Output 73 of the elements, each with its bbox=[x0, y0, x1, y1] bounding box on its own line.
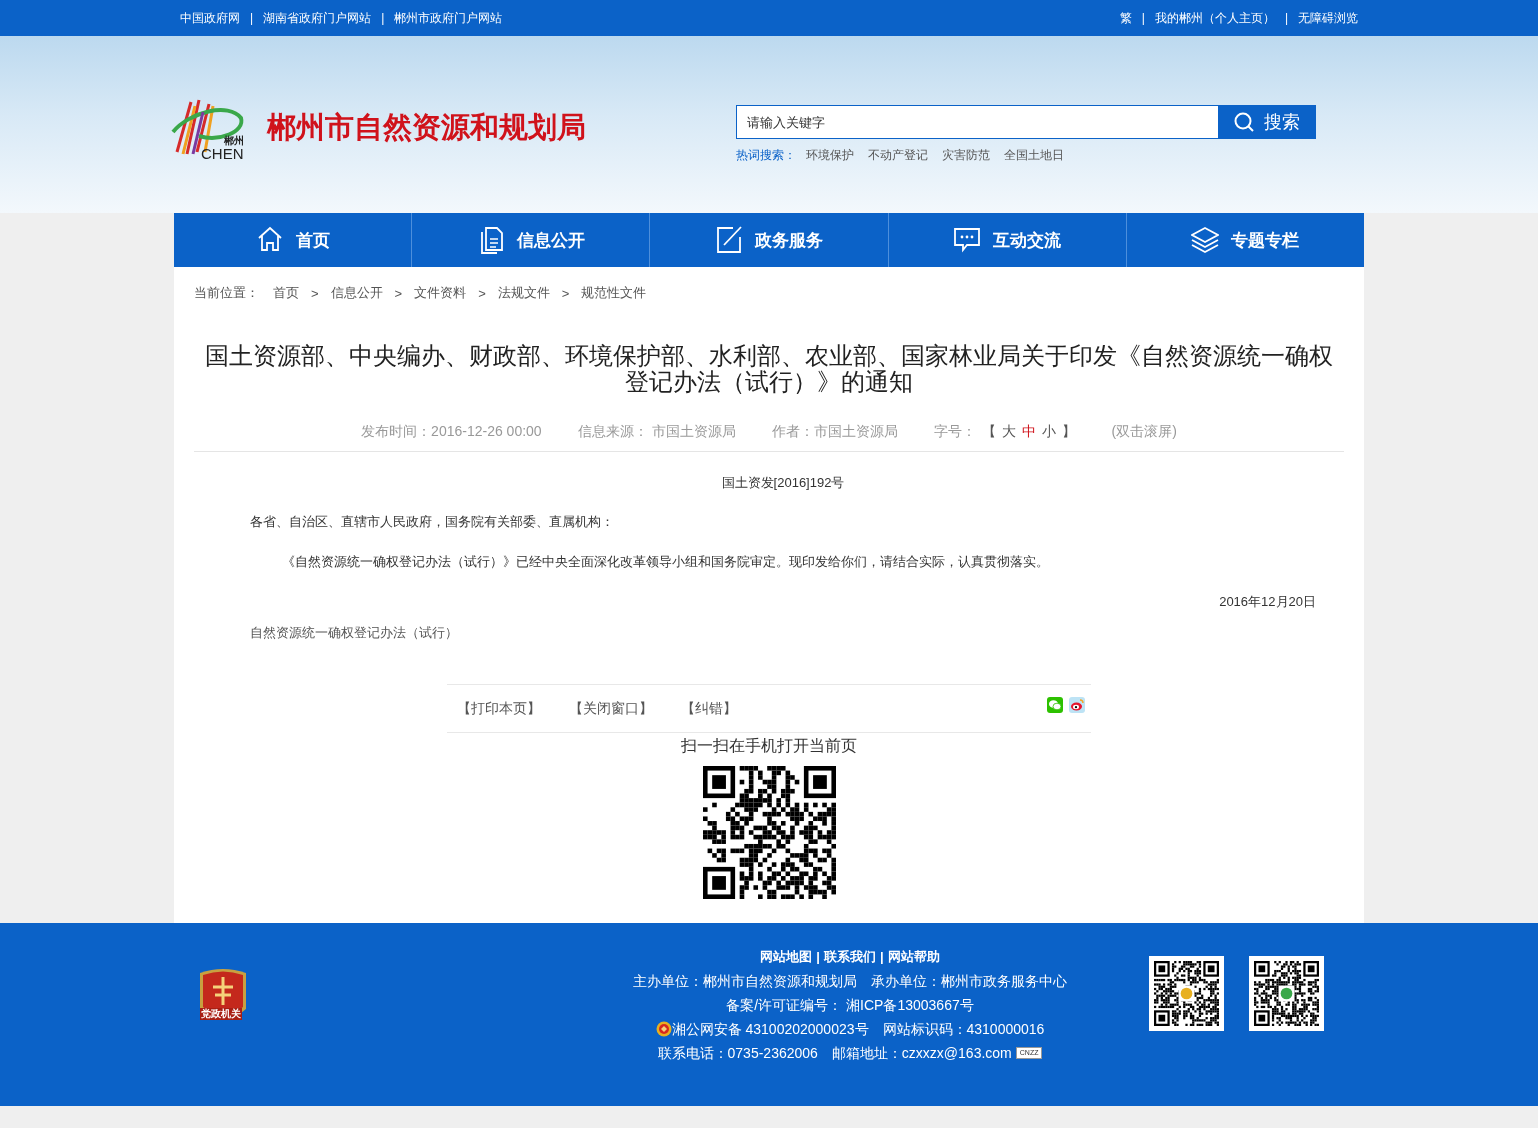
breadcrumb-link[interactable]: 文件资料 bbox=[414, 284, 467, 302]
nav-tab[interactable]: 首页 bbox=[174, 213, 412, 267]
hot-word-link[interactable]: 环境保护 bbox=[806, 147, 854, 164]
breadcrumb-link[interactable]: 信息公开 bbox=[330, 284, 383, 302]
breadcrumb-link[interactable]: 规范性文件 bbox=[581, 284, 647, 302]
action-link[interactable]: 【打印本页】 bbox=[457, 699, 541, 718]
separator: | bbox=[816, 948, 820, 966]
font-size-option[interactable]: 大 bbox=[1001, 423, 1016, 441]
footer-link[interactable]: 网站地图 bbox=[760, 945, 813, 969]
top-link[interactable]: 繁 bbox=[1119, 9, 1132, 27]
separator: | bbox=[1141, 11, 1145, 25]
site-code: 网站标识码：4310000016 bbox=[882, 1020, 1045, 1039]
contact-email: 邮箱地址：czxxzx@163.com bbox=[831, 1044, 1012, 1063]
top-link[interactable]: 我的郴州（个人主页） bbox=[1154, 9, 1275, 27]
separator: | bbox=[1284, 11, 1288, 25]
scroll-link[interactable]: (双击滚屏) bbox=[1111, 423, 1177, 441]
footer-link[interactable]: 网站帮助 bbox=[887, 945, 940, 969]
issue-date: 2016年12月20日 bbox=[1218, 593, 1316, 611]
search-button[interactable]: 搜索 bbox=[1218, 105, 1316, 139]
police-badge-icon bbox=[655, 1021, 672, 1037]
bracket: 】 bbox=[1061, 423, 1076, 441]
site-title: 郴州市自然资源和规划局 bbox=[267, 110, 586, 145]
hot-words-label: 热词搜索： bbox=[736, 147, 796, 164]
separator: | bbox=[381, 11, 385, 25]
breadcrumb-link[interactable]: 法规文件 bbox=[497, 284, 550, 302]
edit-icon bbox=[715, 225, 743, 255]
publish-time: 发布时间：2016-12-26 00:00 bbox=[361, 423, 542, 441]
attachment-link[interactable]: 自然资源统一确权登记办法（试行） bbox=[250, 624, 1316, 642]
breadcrumb-link[interactable]: 首页 bbox=[273, 284, 299, 302]
breadcrumb-separator: > bbox=[478, 285, 486, 301]
hot-word-link[interactable]: 灾害防范 bbox=[942, 147, 990, 164]
footer-link[interactable]: 联系我们 bbox=[824, 945, 876, 969]
top-link[interactable]: 无障碍浏览 bbox=[1298, 9, 1358, 27]
author: 作者：市国土资源局 bbox=[771, 423, 898, 441]
top-link[interactable]: 郴州市政府门户网站 bbox=[394, 9, 503, 27]
bracket: 【 bbox=[981, 423, 996, 441]
breadcrumb-separator: > bbox=[394, 285, 403, 301]
qr-code bbox=[1154, 961, 1219, 1026]
breadcrumb-label: 当前位置： bbox=[194, 284, 259, 302]
breadcrumb-separator: > bbox=[311, 285, 319, 301]
font-size-label: 字号： bbox=[933, 423, 976, 441]
qr-code bbox=[1254, 961, 1319, 1026]
qr-caption: 扫一扫在手机打开当前页 bbox=[680, 736, 858, 756]
icp-number: 备案/许可证编号： 湘ICP备13003667号 bbox=[726, 996, 974, 1015]
weibo-share-icon[interactable] bbox=[1069, 696, 1085, 713]
font-size-option[interactable]: 中 bbox=[1021, 423, 1036, 441]
wechat-share-icon[interactable] bbox=[1047, 696, 1063, 713]
action-link[interactable]: 【纠错】 bbox=[681, 699, 737, 718]
info-source: 信息来源： 市国土资源局 bbox=[577, 423, 736, 441]
search-field[interactable]: 请输入关键字 bbox=[736, 105, 1218, 139]
salutation: 各省、自治区、直辖市人民政府，国务院有关部委、直属机构： bbox=[250, 513, 615, 531]
emblem-text: 党政机关 bbox=[200, 1008, 242, 1020]
chat-icon bbox=[953, 225, 982, 255]
top-link[interactable]: 中国政府网 bbox=[180, 9, 240, 27]
hot-word-link[interactable]: 全国土地日 bbox=[1004, 147, 1064, 164]
document-number: 国土资发[2016]192号 bbox=[720, 474, 846, 492]
layers-icon bbox=[1191, 225, 1220, 255]
contact-phone: 联系电话：0735-2362006 bbox=[657, 1044, 818, 1063]
hot-word-link[interactable]: 不动产登记 bbox=[868, 147, 928, 164]
search-icon bbox=[1234, 112, 1254, 132]
article-title: 国土资源部、中央编办、财政部、环境保护部、水利部、农业部、国家林业局关于印发《自然资源统一确权登记办法（试行）》的通知 bbox=[204, 343, 1334, 395]
font-size-option[interactable]: 小 bbox=[1041, 423, 1056, 441]
body-paragraph: 《自然资源统一确权登记办法（试行）》已经中央全面深化改革领导小组和国务院审定。现印发给你们，请结合实际，认真贯彻落实。 bbox=[281, 553, 1050, 571]
sponsor-text: 主办单位：郴州市自然资源和规划局 bbox=[633, 972, 857, 991]
separator: | bbox=[880, 948, 884, 966]
top-link[interactable]: 湖南省政府门户网站 bbox=[263, 9, 372, 27]
separator: | bbox=[250, 11, 254, 25]
action-link[interactable]: 【关闭窗口】 bbox=[569, 699, 653, 718]
police-record: 湘公网安备 43100202000023号 bbox=[671, 1020, 869, 1039]
organizer-text: 承办单位：郴州市政务服务中心 bbox=[871, 972, 1067, 991]
breadcrumb-separator: > bbox=[561, 285, 570, 301]
logo-text: CHEN bbox=[201, 146, 244, 161]
logo-text: 郴州 bbox=[223, 136, 244, 146]
